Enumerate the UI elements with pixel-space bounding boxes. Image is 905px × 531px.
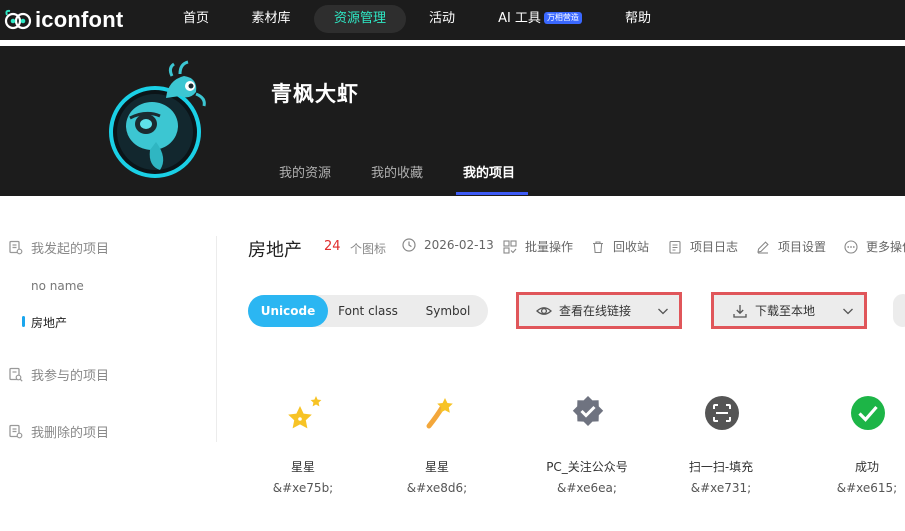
avatar[interactable]: [108, 54, 212, 180]
nav-library-label: 素材库: [251, 11, 291, 26]
nav-activity[interactable]: 活动: [418, 5, 466, 33]
batch-grid-icon: [503, 239, 517, 254]
active-tab-indicator: [456, 192, 528, 195]
ai-tools-badge: 万相营造: [543, 12, 582, 24]
sidebar-joined-projects[interactable]: 我参与的项目: [8, 365, 109, 384]
chevron-down-icon: [658, 308, 668, 315]
sidebar-deleted-projects-label: 我删除的项目: [31, 426, 110, 441]
page: iconfont 首页 素材库 资源管理 活动 AI 工具 万相营造 帮助 青枫大…: [0, 0, 905, 531]
sidebar-started-projects-label: 我发起的项目: [31, 242, 110, 257]
project-settings-label: 项目设置: [778, 240, 827, 254]
mode-unicode[interactable]: Unicode: [248, 295, 328, 327]
pencil-icon: [757, 240, 769, 254]
icon-code: &#xe615;: [836, 481, 898, 495]
icon-name: 扫一扫-填充: [688, 460, 754, 474]
active-item-marker: [22, 316, 25, 327]
username: 青枫大虾: [271, 82, 359, 106]
clock-icon: [402, 238, 416, 252]
icon-name: PC_关注公众号: [546, 460, 628, 474]
more-toolbar-button[interactable]: [893, 294, 905, 327]
project-log-label: 项目日志: [690, 240, 739, 254]
download-local-label: 下载至本地: [755, 304, 816, 318]
sidebar-joined-projects-label: 我参与的项目: [31, 369, 110, 384]
logo-mark-icon: [4, 9, 32, 30]
icon-card[interactable]: 扫一扫-填充 &#xe731;: [656, 390, 786, 500]
logo-text: iconfont: [35, 7, 124, 32]
tab-my-projects[interactable]: 我的项目: [463, 162, 515, 181]
icon-code: &#xe731;: [690, 481, 752, 495]
sidebar-item-no-name[interactable]: no name: [31, 279, 84, 293]
nav-home[interactable]: 首页: [168, 5, 224, 33]
sidebar-deleted-projects[interactable]: 我删除的项目: [8, 422, 109, 441]
nav-resource-management-label: 资源管理: [333, 11, 386, 26]
mode-symbol[interactable]: Symbol: [412, 295, 484, 327]
nav-ai-tools-label: AI 工具: [498, 11, 541, 26]
download-icon: [733, 304, 747, 318]
icon-code: &#xe8d6;: [406, 481, 468, 495]
sidebar-started-projects[interactable]: 我发起的项目: [8, 238, 109, 257]
icon-name: 星星: [424, 460, 449, 474]
mode-font-class[interactable]: Font class: [332, 295, 404, 327]
font-mode-toggle: Unicode Font class Symbol: [248, 295, 488, 327]
nav-library[interactable]: 素材库: [240, 5, 302, 33]
sidebar-item-real-estate[interactable]: 房地产: [31, 314, 67, 331]
nav-resource-management[interactable]: 资源管理: [314, 5, 406, 33]
more-operations-label: 更多操作: [866, 240, 905, 254]
nav-home-label: 首页: [182, 11, 209, 26]
log-icon: [669, 240, 681, 254]
recycle-bin-label: 回收站: [613, 240, 650, 254]
eye-icon: [536, 306, 552, 315]
project-date-label: 2026-02-13: [424, 238, 494, 252]
nav-help[interactable]: 帮助: [614, 5, 662, 33]
icon-count: 24: [324, 239, 341, 254]
more-operations-button[interactable]: 更多操作: [844, 238, 905, 255]
document-icon: [9, 240, 23, 255]
nav-activity-label: 活动: [428, 11, 455, 26]
tab-my-favorites[interactable]: 我的收藏: [371, 162, 423, 181]
shooting-star-icon: [426, 398, 453, 429]
project-title: 房地产: [248, 240, 302, 261]
nav-help-label: 帮助: [624, 11, 651, 26]
tab-my-resources[interactable]: 我的资源: [279, 162, 331, 181]
batch-operations-button[interactable]: 批量操作: [503, 238, 573, 255]
icon-card[interactable]: 成功 &#xe615;: [802, 390, 905, 500]
verified-badge-icon: [572, 396, 604, 426]
project-settings-button[interactable]: 项目设置: [756, 238, 826, 255]
download-local-dropdown[interactable]: 下载至本地: [711, 292, 867, 329]
view-online-link-label: 查看在线链接: [559, 304, 632, 318]
sidebar-divider: [216, 236, 217, 442]
icon-name: 星星: [290, 460, 315, 474]
star-pair-icon: [288, 396, 322, 429]
top-nav: iconfont 首页 素材库 资源管理 活动 AI 工具 万相营造 帮助: [0, 0, 905, 40]
icon-card[interactable]: 星星 &#xe75b;: [238, 390, 368, 500]
iconfont-logo[interactable]: iconfont: [4, 6, 123, 34]
icon-count-label: 个图标: [350, 242, 387, 256]
batch-operations-label: 批量操作: [525, 240, 574, 254]
icon-card[interactable]: 星星 &#xe8d6;: [372, 390, 502, 500]
document-deleted-icon: [9, 424, 23, 439]
scan-icon: [705, 396, 739, 430]
project-date: 2026-02-13: [402, 238, 494, 252]
more-dots-icon: [844, 239, 858, 254]
icon-name: 成功: [854, 460, 879, 474]
project-log-button[interactable]: 项目日志: [668, 238, 738, 255]
view-online-link-dropdown[interactable]: 查看在线链接: [516, 292, 682, 329]
trash-icon: [593, 240, 603, 253]
icon-code: &#xe75b;: [272, 481, 334, 495]
icon-card[interactable]: PC_关注公众号 &#xe6ea;: [522, 390, 652, 500]
chevron-down-icon: [843, 308, 853, 315]
recycle-bin-button[interactable]: 回收站: [591, 238, 649, 255]
success-check-icon: [851, 396, 885, 430]
profile-header: 青枫大虾 我的资源 我的收藏 我的项目: [0, 46, 905, 196]
document-search-icon: [9, 367, 23, 382]
icon-code: &#xe6ea;: [557, 481, 617, 495]
nav-ai-tools[interactable]: AI 工具 万相营造: [488, 5, 592, 33]
